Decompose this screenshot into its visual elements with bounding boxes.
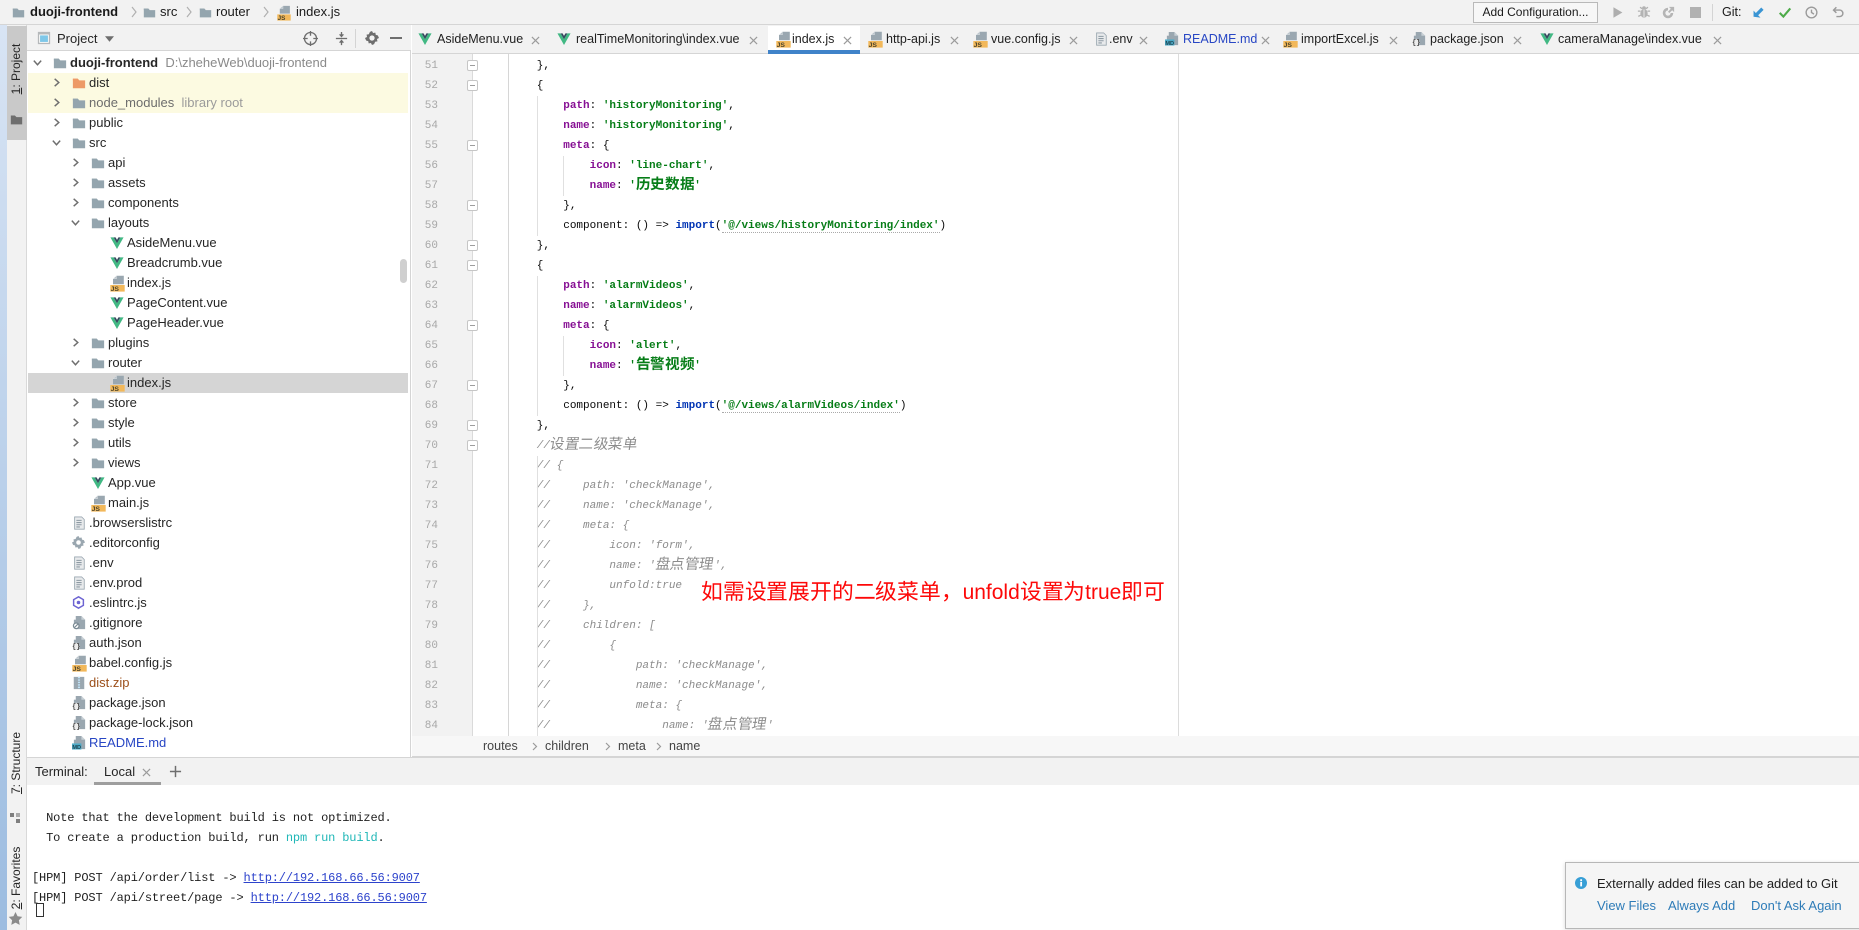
svg-text:MD: MD [72,745,81,750]
svg-text:MD: MD [1165,41,1174,46]
svg-text:JS: JS [92,506,101,512]
svg-text:JS: JS [73,666,82,672]
svg-text:{}: {} [72,704,80,711]
svg-text:{}: {} [1412,40,1420,47]
svg-text:{}: {} [72,724,80,731]
svg-text:JS: JS [111,386,120,392]
svg-text:{}: {} [72,644,80,651]
svg-text:JS: JS [869,42,878,48]
svg-text:JS: JS [111,286,120,292]
svg-text:JS: JS [974,42,983,48]
svg-text:JS: JS [278,15,286,21]
svg-text:JS: JS [777,42,786,48]
svg-text:JS: JS [1284,42,1293,48]
